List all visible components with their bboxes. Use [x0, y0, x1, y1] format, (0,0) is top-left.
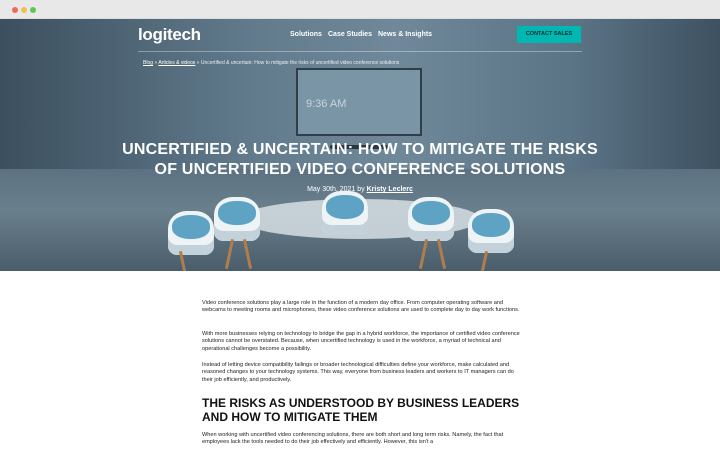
hero-chair — [322, 191, 368, 235]
hero-tv-screen: 9:36 AM — [296, 68, 422, 136]
maximize-window-icon[interactable] — [30, 7, 36, 13]
article-paragraph: When working with uncertified video conf… — [202, 432, 504, 446]
close-window-icon[interactable] — [12, 7, 18, 13]
breadcrumb-separator: » — [154, 60, 158, 66]
nav-news-insights[interactable]: News & Insights — [378, 31, 432, 38]
tv-time-text: 9:36 AM — [306, 98, 347, 110]
page-title: Uncertified & Uncertain: How to Mitigate… — [122, 141, 598, 178]
byline: May 30th, 2021 by Kristy Leclerc — [0, 186, 720, 193]
article-paragraph: Instead of letting device compatibility … — [202, 362, 514, 383]
hero-chair — [168, 211, 214, 255]
logitech-logo[interactable]: logitech — [138, 25, 201, 45]
breadcrumb-separator: » — [196, 60, 200, 66]
hero-chair — [408, 197, 454, 241]
breadcrumb: Blog » Articles & videos » Uncertified &… — [143, 60, 399, 66]
section-heading: The Risks as Understood by Business Lead… — [202, 396, 520, 424]
nav-solutions[interactable]: Solutions — [290, 31, 322, 38]
breadcrumb-current: Uncertified & uncertain: How to mitigate… — [200, 60, 400, 66]
hero-chair — [214, 197, 260, 241]
author-link[interactable]: Kristy Leclerc — [367, 186, 413, 193]
browser-toolbar — [0, 0, 720, 19]
hero-chair — [468, 209, 514, 253]
breadcrumb-blog-link[interactable]: Blog — [143, 60, 153, 66]
header-divider — [138, 51, 582, 52]
nav-case-studies[interactable]: Case Studies — [328, 31, 372, 38]
publish-date: May 30th, 2021 by — [307, 186, 365, 193]
site-header: logitech Solutions Case Studies News & I… — [0, 19, 720, 51]
minimize-window-icon[interactable] — [21, 7, 27, 13]
article-paragraph: With more businesses relying on technolo… — [202, 331, 520, 352]
contact-sales-button[interactable]: CONTACT SALES — [517, 26, 581, 43]
article-paragraph: Video conference solutions play a large … — [202, 300, 520, 314]
article-body: Video conference solutions play a large … — [0, 271, 720, 452]
breadcrumb-articles-link[interactable]: Articles & videos — [158, 60, 195, 66]
